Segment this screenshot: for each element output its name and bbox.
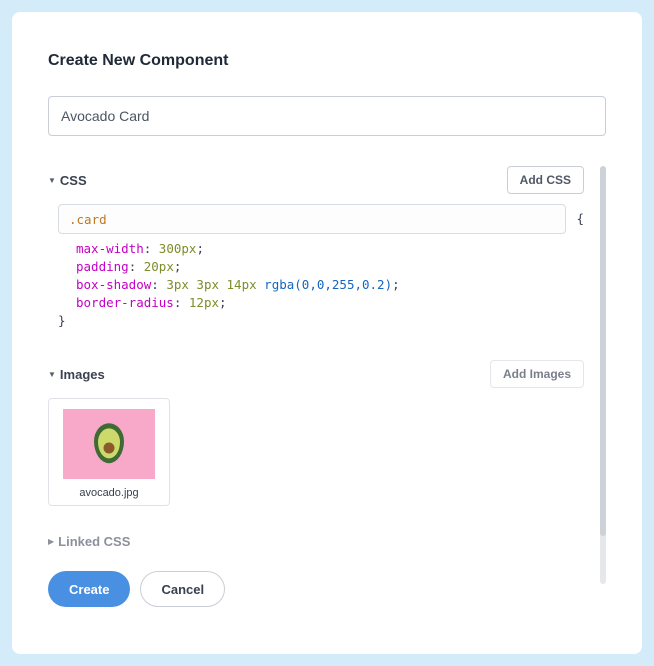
caret-right-icon: ▶ — [48, 537, 54, 546]
create-component-modal: Create New Component ▼ CSS Add CSS { max… — [12, 12, 642, 654]
css-editor[interactable]: { max-width: 300px; padding: 20px; box-s… — [58, 204, 584, 330]
css-rule[interactable]: border-radius: 12px; — [58, 294, 584, 312]
css-rule[interactable]: max-width: 300px; — [58, 240, 584, 258]
css-section-label: CSS — [60, 173, 87, 188]
image-tile[interactable]: avocado.jpg — [48, 398, 170, 506]
caret-down-icon: ▼ — [48, 370, 56, 379]
css-rule[interactable]: padding: 20px; — [58, 258, 584, 276]
close-brace: } — [58, 312, 584, 330]
scrollbar-track[interactable] — [600, 166, 606, 584]
caret-down-icon: ▼ — [48, 176, 56, 185]
images-section-toggle[interactable]: ▼ Images — [48, 367, 105, 382]
css-selector-input[interactable] — [58, 204, 566, 234]
images-section-header-row: ▼ Images Add Images — [48, 360, 584, 388]
cancel-button[interactable]: Cancel — [140, 571, 225, 607]
images-section-label: Images — [60, 367, 105, 382]
css-rule[interactable]: box-shadow: 3px 3px 14px rgba(0,0,255,0.… — [58, 276, 584, 294]
image-thumbnail — [63, 409, 155, 479]
modal-body: ▼ CSS Add CSS { max-width: 300px; paddin… — [48, 166, 606, 584]
open-brace: { — [576, 210, 584, 228]
create-button[interactable]: Create — [48, 571, 130, 607]
linked-css-label: Linked CSS — [58, 534, 130, 549]
content-column: ▼ CSS Add CSS { max-width: 300px; paddin… — [48, 166, 606, 607]
css-section-toggle[interactable]: ▼ CSS — [48, 173, 87, 188]
linked-css-section-toggle[interactable]: ▶ Linked CSS — [48, 534, 584, 549]
css-section-header-row: ▼ CSS Add CSS — [48, 166, 584, 194]
component-name-input[interactable] — [48, 96, 606, 136]
add-css-button[interactable]: Add CSS — [507, 166, 584, 194]
image-filename: avocado.jpg — [59, 487, 159, 499]
scrollbar-thumb[interactable] — [600, 166, 606, 536]
add-images-button[interactable]: Add Images — [490, 360, 584, 388]
modal-title: Create New Component — [48, 52, 606, 70]
footer-buttons: Create Cancel — [48, 571, 584, 607]
